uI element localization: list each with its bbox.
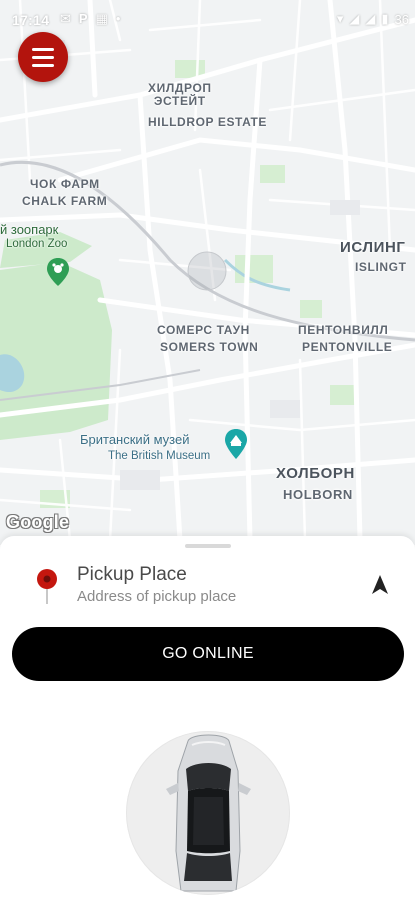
signal-icon-2: ◢ xyxy=(365,11,376,26)
calendar-icon: ▦ xyxy=(95,11,108,26)
status-left-icons: ✉ P ▦ • xyxy=(60,11,120,27)
map-label-somers-en: SOMERS TOWN xyxy=(160,340,259,354)
parking-icon: P xyxy=(78,11,88,26)
map-label-islington-en: ISLINGT xyxy=(355,260,407,274)
map-label-holborn-ru: ХОЛБОРН xyxy=(276,465,355,482)
signal-icon: ◢ xyxy=(349,11,360,26)
map-label-chalk-en: CHALK FARM xyxy=(22,194,108,208)
bottom-sheet: Pickup Place Address of pickup place GO … xyxy=(0,536,415,900)
car-avatar xyxy=(126,731,290,895)
map-label-museum-en: The British Museum xyxy=(108,450,211,462)
map-label-chalk-ru: ЧОК ФАРМ xyxy=(30,177,100,191)
map-label-pentonville-ru: ПЕНТОНВИЛЛ xyxy=(298,323,389,337)
map-label-pentonville-en: PENTONVILLE xyxy=(302,340,393,354)
zoo-pin-icon[interactable] xyxy=(47,258,69,286)
go-online-button[interactable]: GO ONLINE xyxy=(12,627,404,681)
battery-icon: ▮ xyxy=(381,11,389,26)
status-bar: 17:14 ✉ P ▦ • ▾ ◢ ◢ ▮ 36 xyxy=(0,0,415,38)
mail-icon: ✉ xyxy=(60,11,71,26)
map-label-hilldrop-en: HILLDROP ESTATE xyxy=(148,115,268,129)
google-logo: Google xyxy=(6,512,70,532)
map-label-holborn-en: HOLBORN xyxy=(283,487,353,502)
sheet-drag-handle[interactable] xyxy=(185,544,231,548)
pickup-title[interactable]: Pickup Place xyxy=(77,564,187,586)
hamburger-icon-line-2 xyxy=(32,55,54,59)
battery-level: 36 xyxy=(394,11,409,27)
hamburger-icon-line-1 xyxy=(32,47,54,51)
map-label-museum-ru: Британский музей xyxy=(80,432,190,447)
hamburger-icon-line-3 xyxy=(32,63,54,67)
museum-pin-icon[interactable] xyxy=(225,429,247,459)
current-location-marker xyxy=(187,251,227,291)
dot-icon: • xyxy=(115,11,121,26)
map-label-somers-ru: СОМЕРС ТАУН xyxy=(157,323,250,337)
navigation-arrow-icon[interactable] xyxy=(370,574,390,596)
map-label-zoo-en: London Zoo xyxy=(6,238,68,250)
map-view[interactable]: ХИЛДРОП ЭСТЕЙТ HILLDROP ESTATE ЧОК ФАРМ C… xyxy=(0,0,415,545)
map-label-zoo-ru: й зоопарк xyxy=(0,222,59,237)
status-right-icons: ▾ ◢ ◢ ▮ 36 xyxy=(337,11,409,27)
location-pin-icon xyxy=(37,569,57,604)
map-label-hilldrop-ru: ХИЛДРОП ЭСТЕЙТ xyxy=(148,81,212,109)
wifi-icon: ▾ xyxy=(336,11,344,26)
menu-button[interactable] xyxy=(18,32,68,82)
map-label-islington-ru: ИСЛИНГ xyxy=(340,239,406,256)
status-time: 17:14 xyxy=(12,12,50,28)
car-top-view-icon xyxy=(166,734,251,892)
pickup-address[interactable]: Address of pickup place xyxy=(77,588,236,605)
